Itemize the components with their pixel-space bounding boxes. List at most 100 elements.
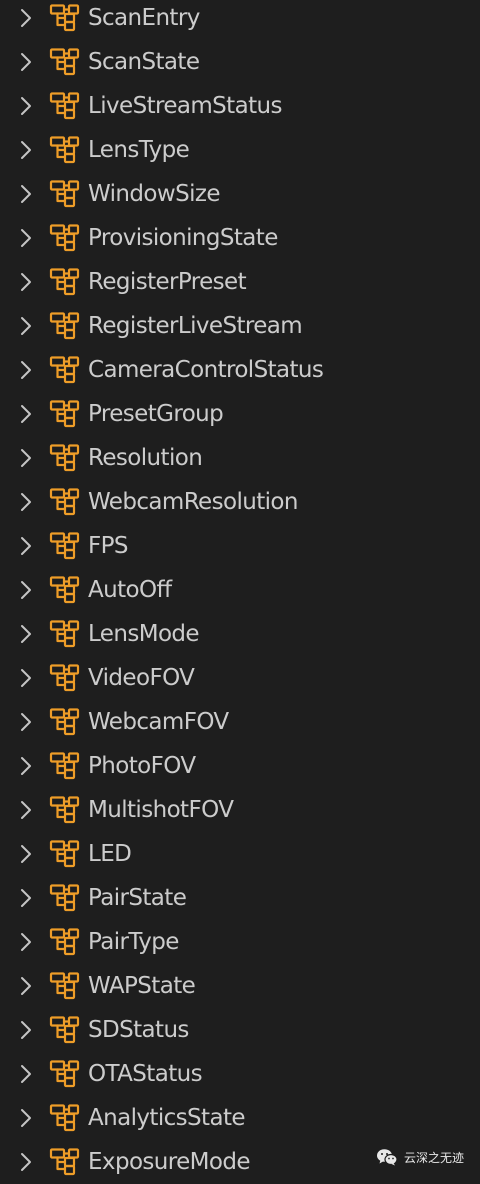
enum-icon <box>49 1146 80 1177</box>
tree-item[interactable]: FPS <box>0 524 480 568</box>
enum-icon <box>49 1102 80 1133</box>
tree-item-label: MultishotFOV <box>88 797 234 823</box>
enum-icon <box>49 134 80 165</box>
tree-item[interactable]: Resolution <box>0 436 480 480</box>
enum-icon <box>49 398 80 429</box>
tree-item[interactable]: LiveStreamStatus <box>0 84 480 128</box>
enum-icon <box>49 46 80 77</box>
tree-item-label: LensMode <box>88 621 200 647</box>
tree-item-label: FPS <box>88 533 129 559</box>
chevron-right-icon[interactable] <box>16 710 36 734</box>
chevron-right-icon[interactable] <box>16 930 36 954</box>
enum-icon <box>49 618 80 649</box>
enum-icon <box>49 750 80 781</box>
tree-item[interactable]: LensMode <box>0 612 480 656</box>
chevron-right-icon[interactable] <box>16 534 36 558</box>
tree-item-label: ExposureMode <box>88 1149 251 1175</box>
watermark: 云深之无迹 <box>376 1147 464 1167</box>
tree-item[interactable]: PresetGroup <box>0 392 480 436</box>
tree-item[interactable]: PairType <box>0 920 480 964</box>
tree-item-label: SDStatus <box>88 1017 189 1043</box>
chevron-right-icon[interactable] <box>16 402 36 426</box>
chevron-right-icon[interactable] <box>16 1106 36 1130</box>
tree-item-label: WebcamFOV <box>88 709 229 735</box>
tree-item[interactable]: OTAStatus <box>0 1052 480 1096</box>
chevron-right-icon[interactable] <box>16 182 36 206</box>
tree-item[interactable]: ScanState <box>0 40 480 84</box>
tree-item-label: LiveStreamStatus <box>88 93 282 119</box>
tree-item-label: ScanEntry <box>88 5 200 31</box>
tree-item[interactable]: AnalyticsState <box>0 1096 480 1140</box>
tree-item[interactable]: ProvisioningState <box>0 216 480 260</box>
chevron-right-icon[interactable] <box>16 1062 36 1086</box>
chevron-right-icon[interactable] <box>16 94 36 118</box>
chevron-right-icon[interactable] <box>16 358 36 382</box>
tree-item[interactable]: RegisterLiveStream <box>0 304 480 348</box>
chevron-right-icon[interactable] <box>16 6 36 30</box>
symbol-tree: ScanEntry ScanState LiveStreamStatus LensTy… <box>0 0 480 1181</box>
tree-item[interactable]: WebcamFOV <box>0 700 480 744</box>
enum-icon <box>49 442 80 473</box>
tree-item-label: ProvisioningState <box>88 225 278 251</box>
chevron-right-icon[interactable] <box>16 50 36 74</box>
chevron-right-icon[interactable] <box>16 754 36 778</box>
enum-icon <box>49 1058 80 1089</box>
tree-item-label: AnalyticsState <box>88 1105 246 1131</box>
tree-item[interactable]: CameraControlStatus <box>0 348 480 392</box>
tree-item-label: ScanState <box>88 49 200 75</box>
chevron-right-icon[interactable] <box>16 622 36 646</box>
tree-item-label: OTAStatus <box>88 1061 203 1087</box>
tree-item-label: LensType <box>88 137 190 163</box>
tree-item[interactable]: ScanEntry <box>0 0 480 40</box>
tree-item-label: Resolution <box>88 445 203 471</box>
watermark-text: 云深之无迹 <box>403 1150 464 1165</box>
tree-item-label: WindowSize <box>88 181 221 207</box>
wechat-icon <box>376 1149 398 1166</box>
tree-item[interactable]: LensType <box>0 128 480 172</box>
chevron-right-icon[interactable] <box>16 842 36 866</box>
tree-item-label: WAPState <box>88 973 196 999</box>
enum-icon <box>49 882 80 913</box>
chevron-right-icon[interactable] <box>16 270 36 294</box>
enum-icon <box>49 706 80 737</box>
enum-icon <box>49 530 80 561</box>
tree-item-label: VideoFOV <box>88 665 195 691</box>
chevron-right-icon[interactable] <box>16 226 36 250</box>
tree-item-label: RegisterLiveStream <box>88 313 303 339</box>
tree-item-label: CameraControlStatus <box>88 357 324 383</box>
enum-icon <box>49 838 80 869</box>
tree-item[interactable]: WebcamResolution <box>0 480 480 524</box>
tree-item-label: PairState <box>88 885 187 911</box>
chevron-right-icon[interactable] <box>16 314 36 338</box>
tree-item[interactable]: VideoFOV <box>0 656 480 700</box>
chevron-right-icon[interactable] <box>16 1150 36 1174</box>
tree-item[interactable]: LED <box>0 832 480 876</box>
chevron-right-icon[interactable] <box>16 138 36 162</box>
chevron-right-icon[interactable] <box>16 490 36 514</box>
tree-item[interactable]: SDStatus <box>0 1008 480 1052</box>
tree-item-label: PairType <box>88 929 179 955</box>
tree-item[interactable]: AutoOff <box>0 568 480 612</box>
tree-item[interactable]: WAPState <box>0 964 480 1008</box>
tree-item[interactable]: RegisterPreset <box>0 260 480 304</box>
chevron-right-icon[interactable] <box>16 974 36 998</box>
chevron-right-icon[interactable] <box>16 578 36 602</box>
tree-item[interactable]: PairState <box>0 876 480 920</box>
chevron-right-icon[interactable] <box>16 446 36 470</box>
chevron-right-icon[interactable] <box>16 666 36 690</box>
enum-icon <box>49 178 80 209</box>
chevron-right-icon[interactable] <box>16 886 36 910</box>
tree-item[interactable]: WindowSize <box>0 172 480 216</box>
chevron-right-icon[interactable] <box>16 1018 36 1042</box>
enum-icon <box>49 266 80 297</box>
enum-icon <box>49 310 80 341</box>
tree-item[interactable]: MultishotFOV <box>0 788 480 832</box>
enum-icon <box>49 2 80 33</box>
tree-item-label: AutoOff <box>88 577 172 603</box>
tree-item[interactable]: PhotoFOV <box>0 744 480 788</box>
enum-icon <box>49 574 80 605</box>
enum-icon <box>49 794 80 825</box>
enum-icon <box>49 970 80 1001</box>
enum-icon <box>49 354 80 385</box>
chevron-right-icon[interactable] <box>16 798 36 822</box>
